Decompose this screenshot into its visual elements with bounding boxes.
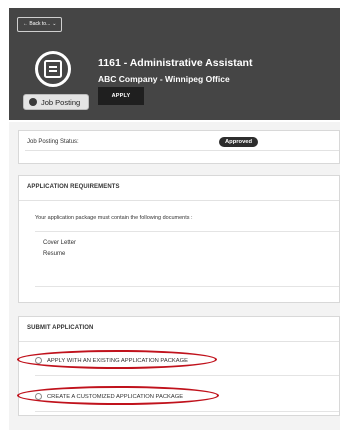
status-card: Job Posting Status: Approved bbox=[18, 130, 340, 164]
list-item: Cover Letter bbox=[43, 240, 77, 246]
submit-heading: SUBMIT APPLICATION bbox=[27, 325, 94, 331]
divider bbox=[25, 150, 339, 151]
requirements-heading: APPLICATION REQUIREMENTS bbox=[27, 184, 120, 190]
back-label: ← Back to... bbox=[23, 21, 51, 27]
badge-label: Job Posting bbox=[41, 97, 81, 107]
job-title: 1161 - Administrative Assistant bbox=[98, 57, 253, 69]
divider bbox=[19, 200, 339, 201]
company-name: ABC Company - Winnipeg Office bbox=[98, 74, 230, 84]
document-list: Cover Letter Resume bbox=[43, 238, 76, 260]
divider bbox=[35, 411, 339, 412]
divider bbox=[35, 286, 339, 287]
radio-icon[interactable] bbox=[35, 357, 42, 364]
submit-card: SUBMIT APPLICATION APPLY WITH AN EXISTIN… bbox=[18, 316, 340, 416]
job-posting-badge: Job Posting bbox=[23, 94, 90, 110]
document-icon bbox=[35, 51, 71, 87]
radio-icon[interactable] bbox=[35, 393, 42, 400]
requirements-intro: Your application package must contain th… bbox=[35, 215, 193, 221]
divider bbox=[19, 341, 339, 342]
option-custom-package[interactable]: CREATE A CUSTOMIZED APPLICATION PACKAGE bbox=[35, 393, 183, 400]
back-button[interactable]: ← Back to... ⌄ bbox=[17, 17, 63, 32]
status-badge: Approved bbox=[219, 137, 259, 147]
option-existing-package[interactable]: APPLY WITH AN EXISTING APPLICATION PACKA… bbox=[35, 357, 188, 364]
apply-button[interactable]: APPLY bbox=[98, 87, 144, 105]
divider bbox=[35, 375, 339, 376]
option-label: APPLY WITH AN EXISTING APPLICATION PACKA… bbox=[47, 357, 188, 364]
list-item: Resume bbox=[43, 251, 66, 257]
job-header: ← Back to... ⌄ Job Posting 1161 - Admini… bbox=[9, 8, 340, 120]
chevron-down-icon: ⌄ bbox=[52, 21, 57, 27]
status-dot-icon bbox=[29, 98, 37, 106]
option-label: CREATE A CUSTOMIZED APPLICATION PACKAGE bbox=[47, 393, 184, 400]
requirements-card: APPLICATION REQUIREMENTS Your applicatio… bbox=[18, 175, 340, 303]
status-label: Job Posting Status: bbox=[27, 139, 79, 145]
divider bbox=[35, 231, 339, 232]
